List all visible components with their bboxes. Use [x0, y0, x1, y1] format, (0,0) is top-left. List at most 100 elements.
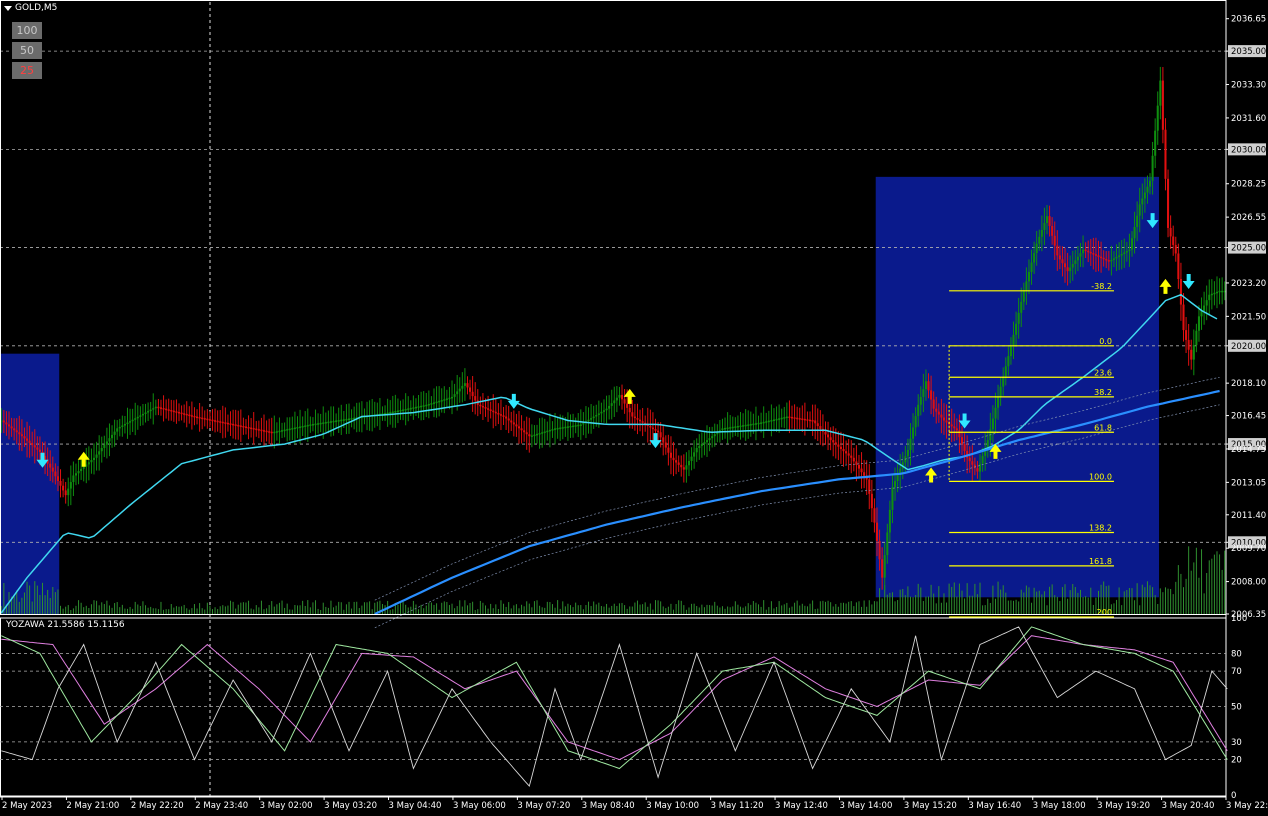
highlight-box — [875, 176, 1160, 598]
price-bar — [1187, 339, 1190, 350]
price-bar — [82, 466, 85, 469]
price-tick-label: 2011.40 — [1231, 511, 1266, 521]
price-bar — [1190, 349, 1193, 360]
price-bar — [1017, 312, 1020, 324]
price-bar — [425, 404, 428, 407]
price-bar — [435, 401, 438, 404]
price-bar — [152, 408, 155, 410]
price-bar — [958, 430, 961, 438]
price-bar — [1004, 366, 1007, 377]
price-bar — [10, 426, 13, 429]
price-bar — [92, 457, 96, 461]
price-chart-canvas[interactable]: -38.20.023.638.261.8100.0138.2161.820020… — [0, 0, 1268, 816]
price-bar — [850, 455, 853, 458]
price-bar — [1133, 226, 1136, 239]
price-bar — [721, 428, 724, 431]
time-tick-label: 3 May 10:00 — [646, 801, 699, 811]
price-bar — [886, 532, 889, 556]
price-bar — [335, 420, 338, 422]
price-bar — [278, 430, 281, 433]
price-bar — [530, 435, 533, 437]
price-bar — [430, 403, 433, 405]
price-bar — [172, 410, 175, 413]
price-bar — [525, 432, 528, 435]
price-bar — [136, 416, 139, 419]
price-bar — [1033, 253, 1036, 263]
price-bar — [515, 424, 518, 427]
price-bar — [574, 425, 577, 427]
price-bar — [20, 434, 23, 437]
price-bar — [319, 422, 322, 425]
price-bar — [62, 485, 65, 491]
price-tick-label: 2031.60 — [1231, 114, 1266, 124]
price-bar — [1061, 259, 1064, 264]
price-bar — [1197, 316, 1200, 331]
time-tick-label: 3 May 04:40 — [389, 801, 442, 811]
price-bar — [796, 417, 799, 420]
price-bar — [605, 408, 608, 411]
price-bar — [953, 426, 956, 429]
price-bar — [963, 444, 966, 451]
osc-tick-label: 50 — [1231, 703, 1242, 713]
level-badge-50[interactable]: 50 — [12, 42, 42, 59]
price-bar — [894, 481, 897, 488]
price-bar — [219, 421, 222, 423]
price-bar — [1035, 243, 1038, 254]
price-bar — [340, 419, 343, 422]
price-bar — [731, 426, 734, 429]
price-bar — [986, 440, 989, 448]
price-bar — [587, 419, 590, 422]
price-bar — [458, 388, 461, 392]
price-bar — [342, 419, 345, 421]
price-bar — [999, 386, 1002, 397]
price-bar — [438, 400, 441, 403]
fib-level-label: 0.0 — [1099, 337, 1112, 346]
price-bar — [736, 425, 739, 428]
chevron-down-icon[interactable] — [4, 5, 12, 11]
price-bar — [1185, 330, 1188, 340]
price-bar — [347, 418, 351, 421]
price-bar — [18, 432, 21, 435]
price-bar — [1174, 244, 1177, 254]
price-bar — [80, 468, 83, 472]
price-bar — [270, 431, 273, 434]
price-bar — [760, 422, 763, 424]
level-badge-100[interactable]: 100 — [12, 22, 42, 39]
fib-level-label: 23.6 — [1094, 368, 1112, 377]
price-bar — [98, 451, 101, 455]
indicator-label: YOZAWA 21.5586 15.1156 — [6, 620, 125, 630]
price-bar — [1208, 294, 1211, 301]
price-bar — [770, 420, 773, 422]
price-bar — [932, 399, 935, 409]
price-bar — [811, 420, 814, 422]
price-bar — [1182, 304, 1185, 331]
price-bar — [108, 438, 111, 442]
price-bar — [814, 420, 817, 424]
price-bar — [891, 487, 894, 510]
price-bar — [698, 446, 701, 448]
price-bar — [976, 468, 979, 472]
time-tick-label: 3 May 16:40 — [968, 801, 1021, 811]
price-bar — [283, 429, 286, 432]
price-bar — [257, 429, 260, 431]
symbol-label[interactable]: GOLD,M5 — [4, 3, 57, 13]
price-bar — [615, 397, 618, 401]
price-bar — [299, 426, 302, 429]
price-bar — [15, 430, 18, 433]
level-badge-25[interactable]: 25 — [12, 62, 42, 79]
price-bar — [188, 414, 191, 417]
price-bar — [247, 427, 250, 429]
price-bar — [827, 434, 830, 438]
price-bar — [226, 422, 229, 425]
price-bar — [337, 420, 340, 422]
price-bar — [286, 429, 289, 431]
price-bar — [250, 427, 253, 430]
price-bar — [729, 427, 732, 429]
price-tick-label: 2016.45 — [1231, 412, 1266, 422]
price-bar — [111, 434, 114, 439]
price-bar — [394, 411, 397, 413]
price-bar — [551, 429, 554, 431]
price-bar — [572, 425, 575, 428]
price-bar — [1097, 255, 1100, 257]
fib-level-label: 100.0 — [1089, 472, 1112, 481]
